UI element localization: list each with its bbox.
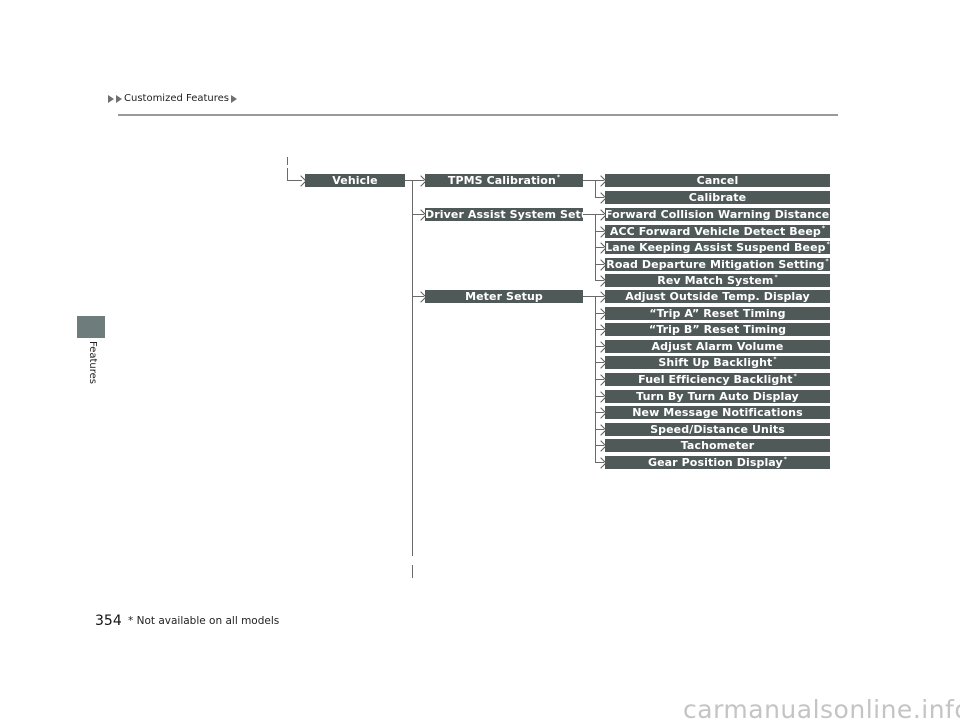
footnote-marker: * [773,356,777,363]
menu-box-meter-setup: Meter Setup [425,290,583,303]
footnote-marker: * [825,258,829,265]
menu-box-gear-position-display: Gear Position Display* [605,456,830,469]
menu-box-fuel-efficiency-backlight: Fuel Efficiency Backlight* [605,373,830,386]
menu-box-label: Rev Match System [657,274,774,287]
menu-box-new-message-notifications: New Message Notifications [605,406,830,419]
vehicle-trunk-line [412,180,413,556]
menu-box-adjust-alarm-volume: Adjust Alarm Volume [605,340,830,353]
menu-box-label: Adjust Alarm Volume [651,340,784,353]
breadcrumb-label[interactable]: Customized Features [124,93,229,104]
menu-box-label: “Trip B” Reset Timing [648,323,787,336]
menu-box-label: Adjust Outside Temp. Display [625,290,810,303]
watermark: carmanualsonline.info [683,695,960,724]
menu-box-label: “Trip A” Reset Timing [649,307,786,320]
page-number: 354 [95,613,122,629]
menu-box-shift-up-backlight: Shift Up Backlight* [605,356,830,369]
menu-box-label: New Message Notifications [632,406,803,419]
triangle-right-icon [108,94,114,103]
menu-box-driver-assist-system-setup: Driver Assist System Setup [425,208,597,221]
footnote-marker: * [830,208,834,215]
menu-box-label: Shift Up Backlight [658,356,773,369]
menu-box-speed-distance-units: Speed/Distance Units [605,423,830,436]
menu-box-road-departure-mitigation-setting: Road Departure Mitigation Setting* [605,258,830,271]
footnote-marker: * [826,241,830,248]
triangle-right-icon [116,94,122,103]
connector-line [287,168,288,180]
menu-box-calibrate: Calibrate [605,191,830,204]
menu-box-forward-collision-warning-distance: Forward Collision Warning Distance* [605,208,834,221]
menu-box-label: ACC Forward Vehicle Detect Beep [609,225,821,238]
menu-box-adjust-outside-temp-display: Adjust Outside Temp. Display [605,290,830,303]
menu-box-label: Driver Assist System Setup [425,208,597,221]
menu-box-lane-keeping-assist-suspend-beep: Lane Keeping Assist Suspend Beep* [605,241,830,254]
menu-box-label: Gear Position Display [647,456,783,469]
header-rule [118,114,838,116]
menu-box-label: Road Departure Mitigation Setting [606,258,825,271]
branch-line [595,180,596,198]
menu-box-acc-forward-vehicle-detect-beep: ACC Forward Vehicle Detect Beep* [605,225,830,238]
menu-box-label: Vehicle [332,174,378,187]
menu-box-label: Turn By Turn Auto Display [636,390,799,403]
footnote: * Not available on all models [128,615,280,627]
menu-box-tachometer: Tachometer [605,439,830,452]
menu-box-trip-a-reset-timing: “Trip A” Reset Timing [605,307,830,320]
menu-box-label: Forward Collision Warning Distance [605,208,830,221]
menu-box-label: Meter Setup [465,290,543,303]
footnote-marker: * [793,373,797,380]
footnote-marker: * [783,456,788,463]
menu-box-label: TPMS Calibration [447,174,556,187]
breadcrumb: Customized Features [108,93,238,104]
connector-stub [287,157,288,165]
menu-box-trip-b-reset-timing: “Trip B” Reset Timing [605,323,830,336]
menu-box-label: Fuel Efficiency Backlight [638,373,793,386]
menu-box-vehicle: Vehicle [305,174,405,187]
triangle-right-icon [231,94,238,103]
footnote-marker: * [556,174,561,181]
section-tab-label: Features [87,341,98,384]
menu-box-turn-by-turn-auto-display: Turn By Turn Auto Display [605,390,830,403]
section-tab [77,316,105,338]
menu-box-label: Tachometer [680,439,755,452]
menu-box-label: Lane Keeping Assist Suspend Beep [605,241,826,254]
footnote-marker: * [774,274,778,281]
menu-box-label: Calibrate [688,191,747,204]
menu-box-label: Cancel [696,174,739,187]
menu-box-label: Speed/Distance Units [650,423,785,436]
vehicle-trunk-continuation [412,565,413,578]
footnote-marker: * [821,225,826,232]
menu-box-cancel: Cancel [605,174,830,187]
menu-box-tpms-calibration: TPMS Calibration* [425,174,583,187]
menu-box-rev-match-system: Rev Match System* [605,274,830,287]
